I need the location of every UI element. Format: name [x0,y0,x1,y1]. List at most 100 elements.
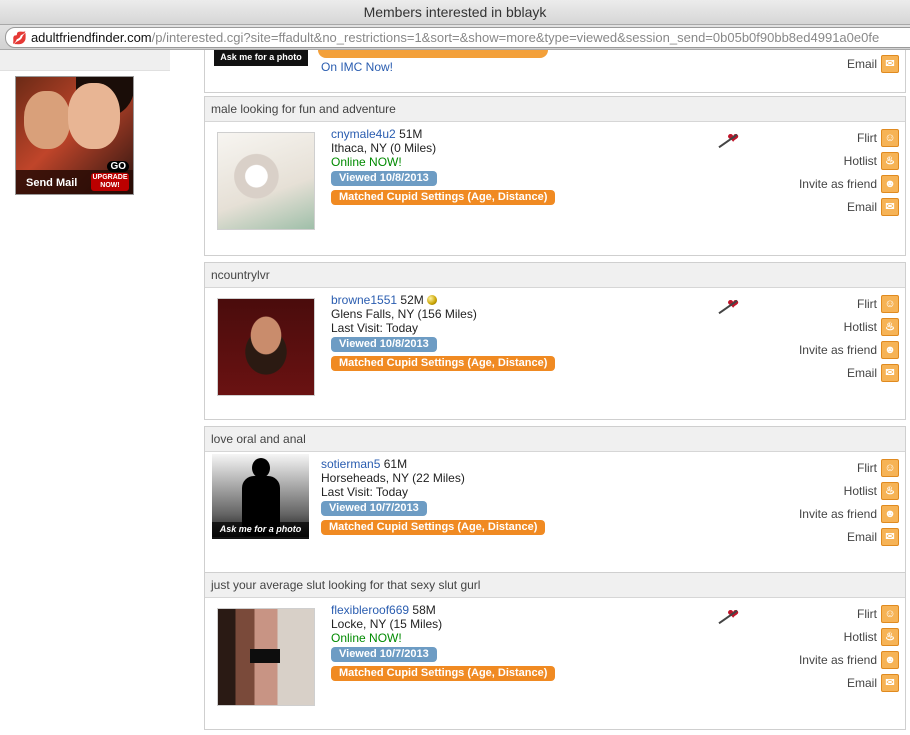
email-action[interactable]: Email ✉ [847,54,899,77]
member-card-partial: Ask me for a photo On IMC Now! Email ✉ [204,50,906,93]
hotlist-label: Hotlist [843,153,877,168]
flirt-label: Flirt [857,460,877,475]
url-domain: adultfriendfinder.com [30,30,152,45]
hotlist-label: Hotlist [843,483,877,498]
member-username-link[interactable]: cnymale4u2 [331,127,396,141]
hotlist-flame-icon: ♨ [881,317,899,336]
friends-icon: ☻ [881,504,899,523]
hotlist-flame-icon: ♨ [881,151,899,170]
viewed-date-badge: Viewed 10/7/2013 [321,501,427,516]
member-card-body: cnymale4u2 51M Ithaca, NY (0 Miles) Onli… [205,122,905,256]
member-status: Last Visit: Today [331,321,418,335]
site-favicon-icon: 💋 [12,31,27,45]
member-info: flexibleroof669 58M Locke, NY (15 Miles)… [331,603,556,681]
ad-photo-man [24,91,70,149]
email-envelope-icon: ✉ [881,363,899,382]
photo-request-caption[interactable]: Ask me for a photo [214,50,308,66]
email-action[interactable]: Email ✉ [759,197,899,220]
friends-icon: ☻ [881,340,899,359]
flirt-smiley-icon: ☺ [881,128,899,147]
member-card: male looking for fun and adventure cnyma… [204,96,906,256]
invite-friend-action[interactable]: Invite as friend ☻ [759,504,899,527]
hotlist-flame-icon: ♨ [881,627,899,646]
member-card-body: flexibleroof669 58M Locke, NY (15 Miles)… [205,598,905,732]
ad-upgrade-badge: UPGRADE NOW! [91,173,129,191]
member-info: cnymale4u2 51M Ithaca, NY (0 Miles) Onli… [331,127,556,205]
url-path: /p/interested.cgi?site=ffadult&no_restri… [151,30,880,45]
gold-member-icon [426,295,437,305]
email-label: Email [846,365,877,380]
email-action[interactable]: Email ✉ [759,673,899,696]
photo-request-caption[interactable]: Ask me for a photo [212,522,309,537]
flirt-label: Flirt [857,130,877,145]
on-imc-status[interactable]: On IMC Now! [321,60,393,74]
invite-friend-label: Invite as friend [798,342,877,357]
ad-photo-woman [68,83,120,149]
invite-friend-action[interactable]: Invite as friend ☻ [759,650,899,673]
flirt-action[interactable]: Flirt ☺ [759,458,899,481]
ad-send-mail-label: Send Mail [26,177,78,189]
member-username-link[interactable]: browne1551 [331,293,397,307]
ad-go-button[interactable]: GO [107,161,129,172]
email-envelope-icon: ✉ [881,673,899,692]
cupid-match-badge: Matched Cupid Settings (Age, Distance) [331,666,556,681]
friends-icon: ☻ [881,650,899,669]
member-location: Horseheads, NY (22 Miles) [321,471,465,485]
member-username-link[interactable]: sotierman5 [321,457,380,471]
member-actions: ❤ Flirt ☺ Hotlist ♨ Invite as friend ☻ Emai… [718,604,899,696]
email-envelope-icon: ✉ [881,527,899,546]
send-mail-upgrade-ad[interactable]: GO Send Mail UPGRADE NOW! [15,76,134,195]
member-actions: ❤ Flirt ☺ Hotlist ♨ Invite as friend ☻ Emai… [718,294,899,386]
member-photo[interactable] [217,608,315,706]
viewed-date-badge: Viewed 10/8/2013 [331,337,437,352]
member-status: Online NOW! [331,155,402,169]
email-label: Email [846,675,877,690]
member-photo[interactable] [217,298,315,396]
cupid-match-badge: Matched Cupid Settings (Age, Distance) [321,520,546,535]
url-field[interactable]: 💋 adultfriendfinder.com/p/interested.cgi?… [5,27,910,48]
email-action[interactable]: Email ✉ [759,527,899,550]
viewed-date-badge: Viewed 10/8/2013 [331,171,437,186]
invite-friend-label: Invite as friend [798,652,877,667]
invite-friend-label: Invite as friend [798,176,877,191]
member-info: browne1551 52M Glens Falls, NY (156 Mile… [331,293,556,371]
member-info: sotierman5 61M Horseheads, NY (22 Miles)… [321,457,546,535]
email-label: Email [846,529,877,544]
email-action[interactable]: Email ✉ [759,363,899,386]
member-location: Locke, NY (15 Miles) [331,617,443,631]
flirt-smiley-icon: ☺ [881,294,899,313]
member-status: Last Visit: Today [321,485,408,499]
email-envelope-icon: ✉ [881,54,899,73]
member-location: Glens Falls, NY (156 Miles) [331,307,477,321]
flirt-action[interactable]: ❤ Flirt ☺ [718,294,899,317]
member-card: love oral and anal Ask me for a photo so… [204,426,906,576]
invite-friend-label: Invite as friend [798,506,877,521]
cupid-match-badge: Matched Cupid Settings (Age, Distance) [331,190,556,205]
hotlist-label: Hotlist [843,629,877,644]
member-photo[interactable] [217,132,315,230]
member-age-gender: 51M [399,127,423,141]
member-age-gender: 58M [412,603,436,617]
hotlist-action[interactable]: Hotlist ♨ [759,627,899,650]
invite-friend-action[interactable]: Invite as friend ☻ [759,174,899,197]
flirt-label: Flirt [857,606,877,621]
hotlist-label: Hotlist [843,319,877,334]
flirt-smiley-icon: ☺ [881,458,899,477]
viewed-date-badge: Viewed 10/7/2013 [331,647,437,662]
flirt-action[interactable]: ❤ Flirt ☺ [718,128,899,151]
member-card-body: browne1551 52M Glens Falls, NY (156 Mile… [205,288,905,422]
hotlist-action[interactable]: Hotlist ♨ [759,481,899,504]
hotlist-action[interactable]: Hotlist ♨ [759,151,899,174]
window-title-bar: Members interested in bblayk [0,0,910,25]
member-headline: just your average slut looking for that … [205,573,905,598]
email-label: Email [846,56,877,71]
email-label: Email [846,199,877,214]
invite-friend-action[interactable]: Invite as friend ☻ [759,340,899,363]
member-card-body: Ask me for a photo sotierman5 61M Horseh… [205,452,905,586]
member-username-link[interactable]: flexibleroof669 [331,603,409,617]
cupid-match-badge-partial [318,50,548,58]
flirt-action[interactable]: ❤ Flirt ☺ [718,604,899,627]
cupid-heart-arrow-icon: ❤ [717,130,739,149]
member-card: just your average slut looking for that … [204,572,906,730]
hotlist-action[interactable]: Hotlist ♨ [759,317,899,340]
